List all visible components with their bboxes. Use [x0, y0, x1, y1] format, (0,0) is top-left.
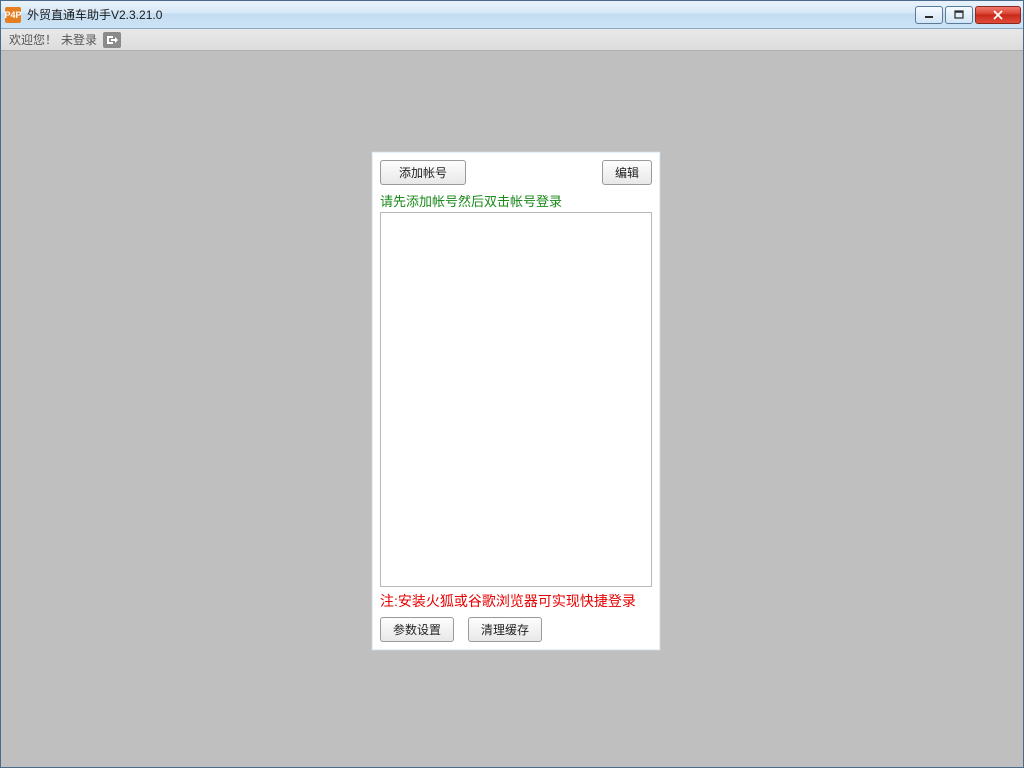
client-area: 添加帐号 编辑 请先添加帐号然后双击帐号登录 注:安装火狐或谷歌浏览器可实现快捷…	[1, 51, 1023, 767]
maximize-button[interactable]	[945, 6, 973, 24]
hint-browser-note: 注:安装火狐或谷歌浏览器可实现快捷登录	[380, 591, 652, 611]
app-window: P4P 外贸直通车助手V2.3.21.0 欢迎您！ 未登录	[0, 0, 1024, 768]
minimize-button[interactable]	[915, 6, 943, 24]
edit-button[interactable]: 编辑	[602, 160, 652, 185]
maximize-icon	[954, 10, 964, 19]
login-arrow-icon	[105, 34, 119, 46]
window-title: 外贸直通车助手V2.3.21.0	[27, 6, 162, 23]
panel-top-row: 添加帐号 编辑	[380, 160, 652, 185]
welcome-text: 欢迎您！	[9, 31, 57, 48]
account-list[interactable]	[380, 212, 652, 587]
statusbar: 欢迎您！ 未登录	[1, 29, 1023, 51]
login-panel: 添加帐号 编辑 请先添加帐号然后双击帐号登录 注:安装火狐或谷歌浏览器可实现快捷…	[371, 151, 661, 651]
titlebar: P4P 外贸直通车助手V2.3.21.0	[1, 1, 1023, 29]
clear-cache-button[interactable]: 清理缓存	[468, 617, 542, 642]
add-account-button[interactable]: 添加帐号	[380, 160, 466, 185]
minimize-icon	[924, 11, 934, 19]
login-state-text: 未登录	[61, 31, 97, 48]
close-button[interactable]	[975, 6, 1021, 24]
param-settings-button[interactable]: 参数设置	[380, 617, 454, 642]
app-icon: P4P	[5, 7, 21, 23]
window-controls	[915, 6, 1021, 24]
login-button[interactable]	[103, 32, 121, 48]
panel-bottom-row: 参数设置 清理缓存	[380, 617, 652, 642]
close-icon	[992, 10, 1004, 20]
hint-add-account: 请先添加帐号然后双击帐号登录	[380, 191, 652, 210]
